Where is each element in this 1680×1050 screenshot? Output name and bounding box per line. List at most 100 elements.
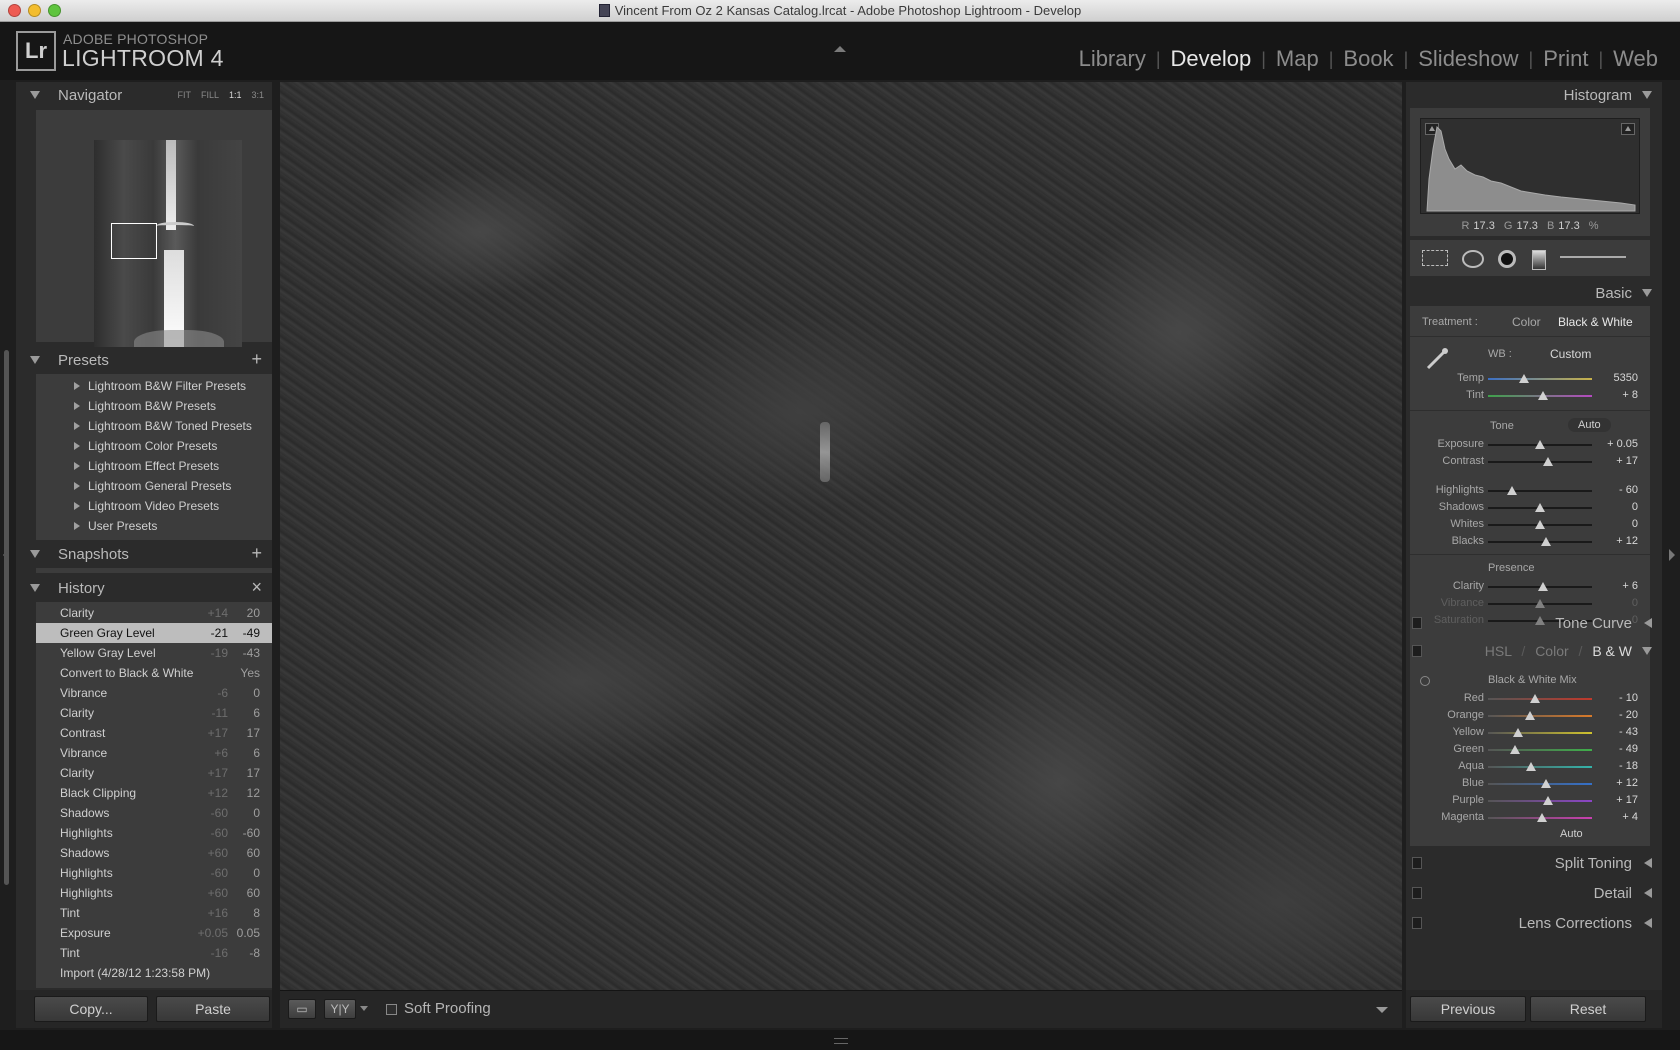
left-panel-scrollbar[interactable] <box>4 350 9 885</box>
panel-toggle-switch[interactable] <box>1412 917 1422 929</box>
history-step[interactable]: Green Gray Level -21 -49 <box>36 623 272 643</box>
slider-shadows[interactable]: Shadows 0 <box>1410 499 1650 517</box>
slider-value[interactable]: + 6 <box>1622 580 1638 592</box>
add-snapshot-icon[interactable]: + <box>251 543 262 564</box>
slider-red[interactable]: Red - 10 <box>1410 690 1650 708</box>
slider-yellow[interactable]: Yellow - 43 <box>1410 724 1650 742</box>
slider-thumb[interactable] <box>1513 728 1524 737</box>
detail-header[interactable]: Detail <box>1406 880 1662 906</box>
history-step[interactable]: Import (4/28/12 1:23:58 PM) <box>36 963 272 983</box>
slider-value[interactable]: + 0.05 <box>1607 438 1638 450</box>
slider-purple[interactable]: Purple + 17 <box>1410 792 1650 810</box>
slider-contrast[interactable]: Contrast + 17 <box>1410 453 1650 471</box>
slider-thumb[interactable] <box>1543 796 1554 805</box>
history-step[interactable]: Clarity +17 17 <box>36 763 272 783</box>
paste-settings-button[interactable]: Paste <box>156 996 270 1022</box>
slider-thumb[interactable] <box>1535 599 1545 608</box>
auto-mix-button[interactable]: Auto <box>1560 828 1583 840</box>
before-after-view-icon[interactable]: Y|Y <box>324 999 356 1019</box>
split-toning-header[interactable]: Split Toning <box>1406 850 1662 876</box>
navigator-header[interactable]: Navigator FIT FILL 1:1 3:1 <box>16 82 272 108</box>
adjustment-brush-tool-icon[interactable] <box>1560 256 1626 258</box>
slider-track[interactable] <box>1488 711 1592 720</box>
tab-hsl[interactable]: HSL <box>1485 643 1512 659</box>
slider-value[interactable]: - 60 <box>1619 484 1638 496</box>
previous-button[interactable]: Previous <box>1410 996 1526 1022</box>
history-step[interactable]: Exposure +0.05 0.05 <box>36 923 272 943</box>
wb-preset-select[interactable]: Custom <box>1550 347 1591 361</box>
tab-bw[interactable]: B & W <box>1592 643 1632 659</box>
slider-track[interactable] <box>1488 813 1592 822</box>
snapshots-header[interactable]: Snapshots + <box>16 541 272 567</box>
slider-blacks[interactable]: Blacks + 12 <box>1410 533 1650 551</box>
slider-track[interactable] <box>1488 440 1592 449</box>
collapse-right-panel-arrow-icon[interactable] <box>1669 549 1675 561</box>
slider-value[interactable]: - 20 <box>1619 709 1638 721</box>
soft-proofing-checkbox[interactable] <box>386 1004 397 1015</box>
zoom-1-1[interactable]: 1:1 <box>229 90 242 100</box>
slider-thumb[interactable] <box>1541 537 1552 546</box>
slider-value[interactable]: 0 <box>1632 597 1638 609</box>
slider-thumb[interactable] <box>1529 694 1540 703</box>
slider-thumb[interactable] <box>1543 457 1554 466</box>
treatment-bw-option[interactable]: Black & White <box>1558 315 1633 329</box>
slider-magenta[interactable]: Magenta + 4 <box>1410 809 1650 827</box>
slider-track[interactable] <box>1488 457 1592 466</box>
slider-value[interactable]: + 8 <box>1622 389 1638 401</box>
tone-curve-header[interactable]: Tone Curve <box>1406 610 1662 636</box>
slider-blue[interactable]: Blue + 12 <box>1410 775 1650 793</box>
slider-value[interactable]: + 17 <box>1616 794 1638 806</box>
slider-whites[interactable]: Whites 0 <box>1410 516 1650 534</box>
preset-folder[interactable]: Lightroom B&W Filter Presets <box>36 376 272 396</box>
histogram-header[interactable]: Histogram <box>1406 82 1662 108</box>
presets-header[interactable]: Presets + <box>16 347 272 373</box>
slider-thumb[interactable] <box>1525 762 1536 771</box>
module-print[interactable]: Print <box>1533 46 1598 72</box>
module-slideshow[interactable]: Slideshow <box>1408 46 1528 72</box>
slider-track[interactable] <box>1488 374 1592 383</box>
panel-toggle-switch[interactable] <box>1412 617 1422 629</box>
panel-toggle-switch[interactable] <box>1412 857 1422 869</box>
history-step[interactable]: Tint -16 -8 <box>36 943 272 963</box>
slider-thumb[interactable] <box>1538 391 1549 400</box>
slider-clarity[interactable]: Clarity + 6 <box>1410 578 1650 596</box>
preset-folder[interactable]: Lightroom Video Presets <box>36 496 272 516</box>
panel-toggle-switch[interactable] <box>1412 887 1422 899</box>
module-web[interactable]: Web <box>1603 46 1668 72</box>
panel-toggle-switch[interactable] <box>1412 645 1422 657</box>
history-step[interactable]: Convert to Black & White Yes <box>36 663 272 683</box>
targeted-adjustment-tool-icon[interactable] <box>1420 676 1430 686</box>
loupe-view-icon[interactable]: ▭ <box>288 999 316 1019</box>
slider-value[interactable]: - 49 <box>1619 743 1638 755</box>
clear-history-icon[interactable]: × <box>251 577 262 598</box>
slider-green[interactable]: Green - 49 <box>1410 741 1650 759</box>
reset-button[interactable]: Reset <box>1530 996 1646 1022</box>
zoom-3-1[interactable]: 3:1 <box>251 90 264 100</box>
slider-track[interactable] <box>1488 796 1592 805</box>
history-step[interactable]: Clarity -11 6 <box>36 703 272 723</box>
slider-track[interactable] <box>1488 520 1592 529</box>
hsl-header[interactable]: HSL / Color / B & W <box>1406 638 1662 664</box>
slider-track[interactable] <box>1488 599 1592 608</box>
history-header[interactable]: History × <box>16 575 272 601</box>
auto-tone-button[interactable]: Auto <box>1568 418 1611 432</box>
treatment-color-option[interactable]: Color <box>1512 315 1541 329</box>
slider-value[interactable]: - 43 <box>1619 726 1638 738</box>
white-balance-eyedropper-icon[interactable] <box>1424 346 1450 372</box>
slider-tint[interactable]: Tint + 8 <box>1410 387 1650 405</box>
photo-canvas[interactable] <box>280 82 1402 990</box>
filmstrip-grip-icon[interactable] <box>834 1038 848 1044</box>
slider-value[interactable]: 0 <box>1632 501 1638 513</box>
before-after-dropdown-icon[interactable] <box>360 1006 368 1011</box>
graduated-filter-tool-icon[interactable] <box>1532 250 1546 270</box>
slider-thumb[interactable] <box>1510 745 1521 754</box>
preset-folder[interactable]: Lightroom B&W Presets <box>36 396 272 416</box>
slider-thumb[interactable] <box>1535 503 1545 512</box>
history-step[interactable]: Clarity +14 20 <box>36 603 272 623</box>
slider-track[interactable] <box>1488 486 1592 495</box>
slider-thumb[interactable] <box>1535 520 1545 529</box>
slider-value[interactable]: + 12 <box>1616 535 1638 547</box>
preset-folder[interactable]: User Presets <box>36 516 272 536</box>
history-step[interactable]: Tint +16 8 <box>36 903 272 923</box>
red-eye-tool-icon[interactable] <box>1498 250 1516 268</box>
